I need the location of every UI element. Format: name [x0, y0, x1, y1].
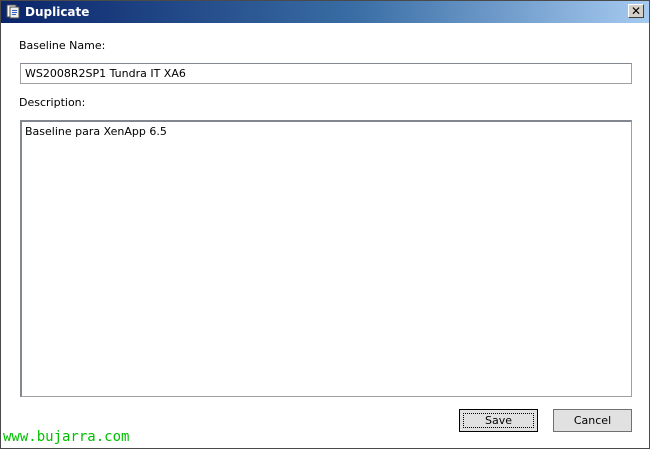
- close-icon: ✕: [630, 4, 642, 18]
- watermark-text: www.bujarra.com: [3, 429, 130, 445]
- window-title: Duplicate: [25, 5, 90, 19]
- focus-ring: [463, 413, 534, 428]
- save-button[interactable]: Save: [459, 409, 538, 432]
- app-icon: [6, 4, 20, 19]
- cancel-button[interactable]: Cancel: [553, 409, 632, 432]
- duplicate-dialog: Duplicate ✕ Baseline Name: WS2008R2SP1 T…: [0, 0, 650, 449]
- description-label: Description:: [19, 96, 86, 109]
- cancel-button-label: Cancel: [573, 414, 612, 427]
- description-textarea[interactable]: Baseline para XenApp 6.5: [20, 120, 632, 397]
- baseline-name-input[interactable]: WS2008R2SP1 Tundra IT XA6: [20, 63, 632, 84]
- baseline-name-label: Baseline Name:: [19, 39, 106, 52]
- close-button[interactable]: ✕: [628, 4, 644, 18]
- title-bar[interactable]: Duplicate ✕: [1, 1, 649, 23]
